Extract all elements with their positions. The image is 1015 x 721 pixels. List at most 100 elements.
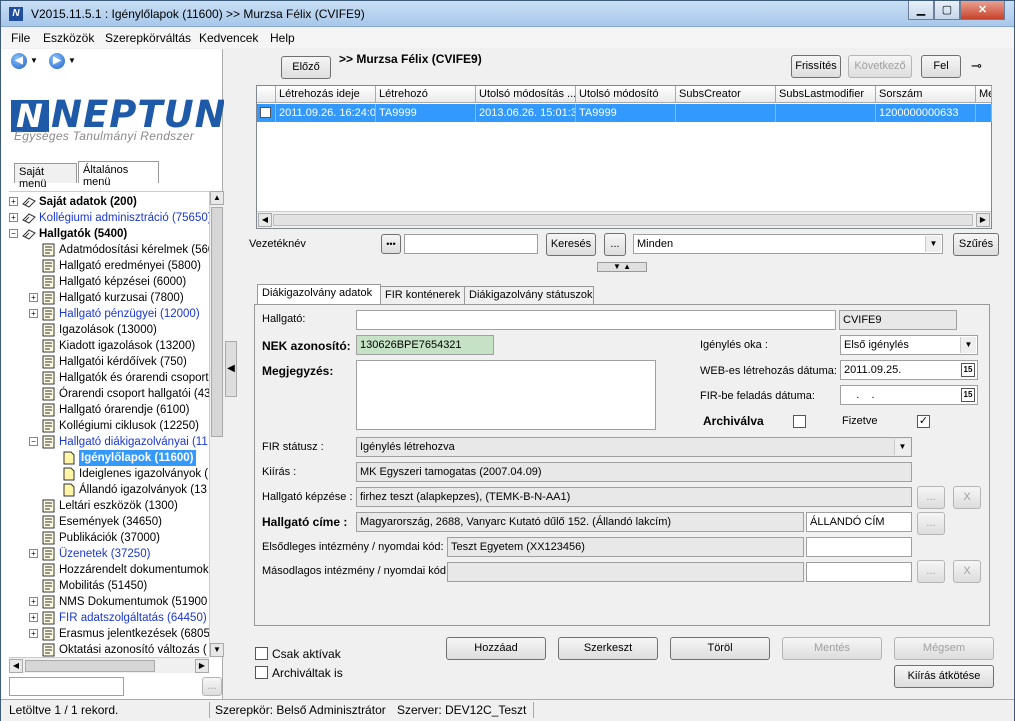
pin-icon[interactable]: ⊸ (971, 58, 982, 74)
fir-statusz-select[interactable]: Igénylés létrehozva ▼ (356, 437, 912, 457)
scroll-thumb[interactable] (211, 207, 223, 437)
up-button[interactable]: Fel (921, 55, 961, 78)
cell-sorszam[interactable]: 1200000000633 (876, 104, 976, 122)
cim-browse-button[interactable]: ... (917, 512, 945, 535)
kiiras-atkotese-button[interactable]: Kiírás átkötése (894, 665, 994, 688)
torol-button[interactable]: Töröl (670, 637, 770, 660)
tree-vertical-scrollbar[interactable]: ▲ ▼ (209, 191, 224, 657)
hallgato-input[interactable] (356, 310, 836, 330)
cell-utolso-modosito[interactable]: TA9999 (576, 104, 676, 122)
next-button[interactable]: Következő (848, 55, 912, 78)
cell-letrehozo[interactable]: TA9999 (376, 104, 476, 122)
back-arrow-icon[interactable]: ◀ (11, 53, 27, 69)
tab-altalanos-menu[interactable]: Általános menü (78, 161, 159, 188)
masodlagos-code-input[interactable] (806, 562, 912, 582)
cell-letrehozas-ideje[interactable]: 2011.09.26. 16:24:0 (276, 104, 376, 122)
prev-button[interactable]: Előző (281, 56, 331, 79)
tree-search-input[interactable] (9, 677, 124, 696)
archivaltak-is-checkbox[interactable] (255, 666, 268, 679)
masodlagos-clear-button[interactable]: X (953, 560, 981, 583)
chevron-down-icon[interactable]: ▼ (960, 337, 976, 353)
tab-diakigazolvany-statuszok[interactable]: Diákigazolvány státuszok (464, 286, 594, 304)
refresh-button[interactable]: Frissítés (791, 55, 841, 78)
expand-icon[interactable]: + (29, 309, 38, 318)
mentes-button[interactable]: Mentés (782, 637, 882, 660)
h-scroll-thumb[interactable] (25, 660, 155, 672)
expand-icon[interactable]: + (29, 597, 38, 606)
scroll-up-icon[interactable]: ▲ (210, 191, 224, 205)
kepzes-browse-button[interactable]: ... (917, 486, 945, 509)
calendar-icon[interactable]: 15 (961, 363, 975, 377)
filter-button[interactable]: Szűrés (953, 233, 999, 256)
cell-subscreator[interactable] (676, 104, 776, 122)
tab-fir-kontenerek[interactable]: FIR konténerek (380, 286, 465, 304)
web-date-input[interactable]: 2011.09.25. 15 (840, 360, 978, 380)
grid-header-subscreator[interactable]: SubsCreator (676, 86, 776, 103)
search-more-button[interactable]: ... (604, 233, 626, 256)
search-options-button[interactable]: ••• (381, 234, 401, 254)
megjegyzes-textarea[interactable] (356, 360, 656, 430)
grid-header-me[interactable]: Me (976, 86, 992, 103)
chevron-down-icon[interactable]: ▼ (894, 439, 910, 455)
szerkeszt-button[interactable]: Szerkeszt (558, 637, 658, 660)
expand-icon[interactable]: + (29, 549, 38, 558)
grid-header-utolso-modosito[interactable]: Utolsó módosító (576, 86, 676, 103)
data-grid[interactable]: Létrehozás ideje Létrehozó Utolsó módosí… (256, 85, 992, 229)
menu-kedvencek[interactable]: Kedvencek (199, 31, 258, 45)
menu-file[interactable]: File (11, 31, 30, 45)
fir-date-input[interactable]: . . 15 (840, 385, 978, 405)
cell-utolso-modositas[interactable]: 2013.06.26. 15:01:3 (476, 104, 576, 122)
maximize-button[interactable]: ▢ (934, 1, 960, 20)
calendar-icon[interactable]: 15 (961, 388, 975, 402)
menu-eszkozok[interactable]: Eszközök (43, 31, 94, 45)
collapse-left-icon[interactable]: ◀ (225, 341, 237, 397)
close-button[interactable]: ✕ (960, 1, 1005, 20)
tree-search-button[interactable]: ... (202, 677, 222, 696)
archivalva-checkbox[interactable] (793, 415, 806, 428)
collapse-icon[interactable]: − (29, 437, 38, 446)
grid-header-utolso-modositas[interactable]: Utolsó módosítás ... (476, 86, 576, 103)
grid-header-letrehozas-ideje[interactable]: Létrehozás ideje (276, 86, 376, 103)
tree-horizontal-scrollbar[interactable]: ◀ ▶ (9, 657, 209, 673)
back-dropdown-icon[interactable]: ▼ (30, 56, 38, 65)
forward-dropdown-icon[interactable]: ▼ (68, 56, 76, 65)
scroll-left-icon[interactable]: ◀ (9, 659, 23, 673)
row-select-cell[interactable] (257, 104, 276, 122)
search-input[interactable] (404, 234, 538, 254)
split-toggle-icon[interactable]: ▼ ▲ (597, 262, 647, 272)
grid-horizontal-scrollbar[interactable]: ◀ ▶ (257, 211, 991, 228)
fizetve-checkbox[interactable]: ✓ (917, 415, 930, 428)
cell-me[interactable] (976, 104, 992, 122)
menu-help[interactable]: Help (270, 31, 295, 45)
csak-aktivak-checkbox[interactable] (255, 647, 268, 660)
tab-sajat-menu[interactable]: Saját menü (14, 163, 77, 190)
forward-arrow-icon[interactable]: ▶ (49, 53, 65, 69)
expand-icon[interactable]: + (29, 613, 38, 622)
row-checkbox[interactable] (260, 107, 271, 118)
filter-select[interactable]: Minden ▼ (633, 234, 943, 254)
nek-input[interactable]: 130626BPE7654321 (356, 335, 494, 355)
grid-header-sorszam[interactable]: Sorszám (876, 86, 976, 103)
menu-szerepkorvaltas[interactable]: Szerepkörváltás (105, 31, 191, 45)
expand-icon[interactable]: + (29, 629, 38, 638)
grid-scroll-left-icon[interactable]: ◀ (258, 213, 272, 227)
grid-header-letrehozo[interactable]: Létrehozó (376, 86, 476, 103)
grid-scroll-right-icon[interactable]: ▶ (976, 213, 990, 227)
minimize-button[interactable]: ▁ (908, 1, 934, 20)
elsodleges-code-input[interactable] (806, 537, 912, 557)
expand-icon[interactable]: + (9, 197, 18, 206)
kepzes-clear-button[interactable]: X (953, 486, 981, 509)
tab-diakigazolvany-adatok[interactable]: Diákigazolvány adatok (257, 284, 381, 305)
search-button[interactable]: Keresés (546, 233, 596, 256)
grid-scroll-thumb[interactable] (273, 214, 973, 226)
chevron-down-icon[interactable]: ▼ (925, 236, 941, 252)
expand-icon[interactable]: + (29, 293, 38, 302)
masodlagos-browse-button[interactable]: ... (917, 560, 945, 583)
hozzaad-button[interactable]: Hozzáad (446, 637, 546, 660)
megsem-button[interactable]: Mégsem (894, 637, 994, 660)
grid-header-subslastmodifier[interactable]: SubsLastmodifier (776, 86, 876, 103)
expand-icon[interactable]: + (9, 213, 18, 222)
scroll-right-icon[interactable]: ▶ (195, 659, 209, 673)
igenyles-oka-select[interactable]: Első igénylés ▼ (840, 335, 978, 355)
scroll-down-icon[interactable]: ▼ (210, 643, 224, 657)
